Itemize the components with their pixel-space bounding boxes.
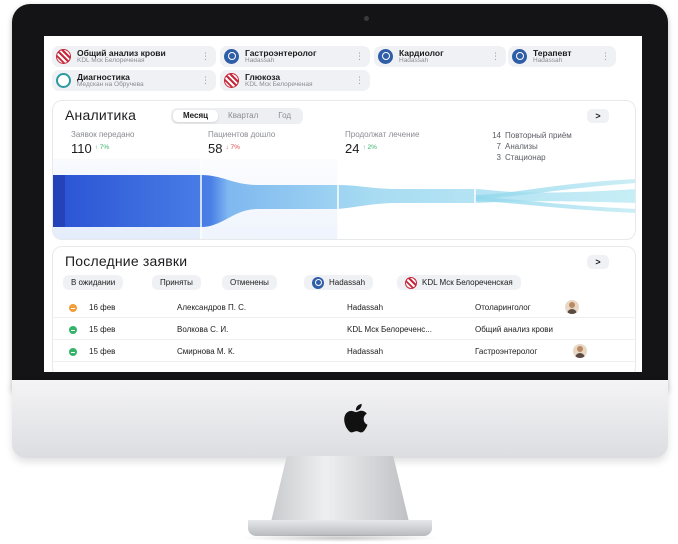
request-date: 15 фев bbox=[89, 325, 116, 334]
analytics-card: Аналитика Месяц Квартал Год > Заявок пер… bbox=[52, 100, 636, 240]
screen: Общий анализ крови KDL Мск Белореченая ⋮ … bbox=[44, 36, 642, 372]
hadassah-logo-icon bbox=[378, 49, 393, 64]
more-icon[interactable]: ⋮ bbox=[355, 51, 364, 62]
service-title: Диагностика bbox=[77, 72, 130, 82]
more-icon[interactable]: ⋮ bbox=[201, 51, 210, 62]
service-subtitle: KDL Мск Белореченая bbox=[77, 57, 145, 64]
metric-value: 110 bbox=[71, 141, 92, 156]
status-done-icon bbox=[69, 326, 77, 334]
service-subtitle: Hadassah bbox=[533, 57, 563, 64]
stand-neck bbox=[270, 456, 410, 526]
analytics-title: Аналитика bbox=[65, 107, 137, 123]
request-clinic: Hadassah bbox=[347, 347, 384, 356]
metric-change: ↓ 7% bbox=[225, 144, 240, 151]
status-done-icon bbox=[69, 348, 77, 356]
request-service: Общий анализ крови bbox=[475, 325, 554, 334]
imac-mockup: Общий анализ крови KDL Мск Белореченая ⋮ … bbox=[0, 0, 678, 544]
service-title: Общий анализ крови bbox=[77, 48, 166, 58]
service-chip[interactable]: Глюкоза KDL Мск Белореченая ⋮ bbox=[220, 70, 370, 91]
metric-label: Продолжат лечение bbox=[345, 130, 420, 139]
breakdown-item: 7 Анализы bbox=[496, 142, 538, 151]
hadassah-logo-icon bbox=[312, 276, 324, 289]
service-chip[interactable]: Кардиолог Hadassah ⋮ bbox=[374, 46, 506, 67]
filter-label: Отменены bbox=[230, 278, 269, 287]
service-chip[interactable]: Гастроэнтеролог Hadassah ⋮ bbox=[220, 46, 370, 67]
service-subtitle: Hadassah bbox=[399, 57, 429, 64]
service-title: Глюкоза bbox=[245, 72, 281, 82]
metric-change: ↑ 7% bbox=[94, 144, 110, 151]
request-row[interactable]: 15 фев Волкова С. И. KDL Мск Белореченс.… bbox=[53, 319, 635, 340]
doctor-avatar bbox=[573, 344, 587, 358]
request-row[interactable]: 15 фев Смирнова М. К. Hadassah Гастроэнт… bbox=[53, 341, 635, 362]
metric-change: ↑ 2% bbox=[362, 144, 377, 151]
analytics-next-button[interactable]: > bbox=[587, 109, 609, 123]
kdl-logo-icon bbox=[56, 49, 71, 64]
filter-label: Hadassah bbox=[329, 278, 366, 287]
kdl-logo-icon bbox=[224, 73, 239, 88]
period-switcher: Месяц Квартал Год bbox=[171, 108, 304, 124]
metric-requests-sent: Заявок передано 110 ↑ 7% bbox=[71, 130, 134, 156]
breakdown-item: 14 Повторный приём bbox=[492, 131, 572, 140]
hadassah-logo-icon bbox=[512, 49, 527, 64]
filter-kdl[interactable]: KDL Мск Белореченская bbox=[397, 275, 521, 290]
service-chip[interactable]: Общий анализ крови KDL Мск Белореченая ⋮ bbox=[52, 46, 216, 67]
request-clinic: KDL Мск Белореченс... bbox=[347, 325, 432, 334]
hadassah-logo-icon bbox=[224, 49, 239, 64]
funnel-flow bbox=[53, 175, 635, 227]
request-patient: Александров П. С. bbox=[177, 303, 247, 312]
filter-cancelled[interactable]: Отменены bbox=[222, 275, 277, 290]
more-icon[interactable]: ⋮ bbox=[491, 51, 500, 62]
medscan-logo-icon bbox=[56, 73, 71, 88]
metric-label: Пациентов дошло bbox=[208, 130, 276, 139]
metric-label: Заявок передано bbox=[71, 130, 135, 139]
service-title: Гастроэнтеролог bbox=[245, 48, 317, 58]
more-icon[interactable]: ⋮ bbox=[355, 75, 364, 86]
filter-accepted[interactable]: Приняты bbox=[152, 275, 201, 290]
filter-hadassah[interactable]: Hadassah bbox=[304, 275, 374, 290]
kdl-logo-icon bbox=[405, 276, 417, 289]
more-icon[interactable]: ⋮ bbox=[201, 75, 210, 86]
conversion-funnel bbox=[53, 159, 635, 239]
filter-pending[interactable]: В ожидании bbox=[63, 275, 124, 290]
funnel-edge bbox=[53, 175, 65, 227]
request-row[interactable]: 16 фев Александров П. С. Hadassah Отолар… bbox=[53, 297, 635, 318]
period-month-tab[interactable]: Месяц bbox=[173, 110, 219, 122]
service-title: Кардиолог bbox=[399, 48, 444, 58]
doctor-avatar bbox=[565, 300, 579, 314]
service-subtitle: KDL Мск Белореченая bbox=[245, 81, 313, 88]
stand-shadow bbox=[240, 534, 440, 542]
request-service: Отоларинголог bbox=[475, 303, 531, 312]
service-title: Терапевт bbox=[533, 48, 572, 58]
request-date: 15 фев bbox=[89, 347, 116, 356]
recent-requests-card: Последние заявки > В ожидании Приняты От… bbox=[52, 246, 636, 372]
request-date: 16 фев bbox=[89, 303, 116, 312]
request-patient: Волкова С. И. bbox=[177, 325, 229, 334]
service-chip[interactable]: Терапевт Hadassah ⋮ bbox=[508, 46, 616, 67]
request-service: Гастроэнтеролог bbox=[475, 347, 538, 356]
monitor-chin bbox=[12, 380, 668, 458]
request-clinic: Hadassah bbox=[347, 303, 384, 312]
camera-icon bbox=[364, 16, 369, 21]
requests-next-button[interactable]: > bbox=[587, 255, 609, 269]
apple-logo-icon bbox=[344, 403, 368, 433]
metric-value: 24 bbox=[345, 141, 360, 156]
request-patient: Смирнова М. К. bbox=[177, 347, 235, 356]
requests-title: Последние заявки bbox=[65, 253, 188, 269]
more-icon[interactable]: ⋮ bbox=[601, 51, 610, 62]
period-quarter-tab[interactable]: Квартал bbox=[218, 110, 268, 122]
metric-patients-arrived: Пациентов дошло 58 ↓ 7% bbox=[208, 130, 275, 156]
period-year-tab[interactable]: Год bbox=[268, 110, 301, 122]
service-subtitle: Медскан на Обручева bbox=[77, 81, 144, 88]
status-pending-icon bbox=[69, 304, 77, 312]
service-chip[interactable]: Диагностика Медскан на Обручева ⋮ bbox=[52, 70, 216, 91]
metric-continue-treatment: Продолжат лечение 24 ↑ 2% bbox=[345, 130, 419, 156]
filter-label: KDL Мск Белореченская bbox=[422, 278, 513, 287]
metric-value: 58 bbox=[208, 141, 223, 156]
service-subtitle: Hadassah bbox=[245, 57, 275, 64]
